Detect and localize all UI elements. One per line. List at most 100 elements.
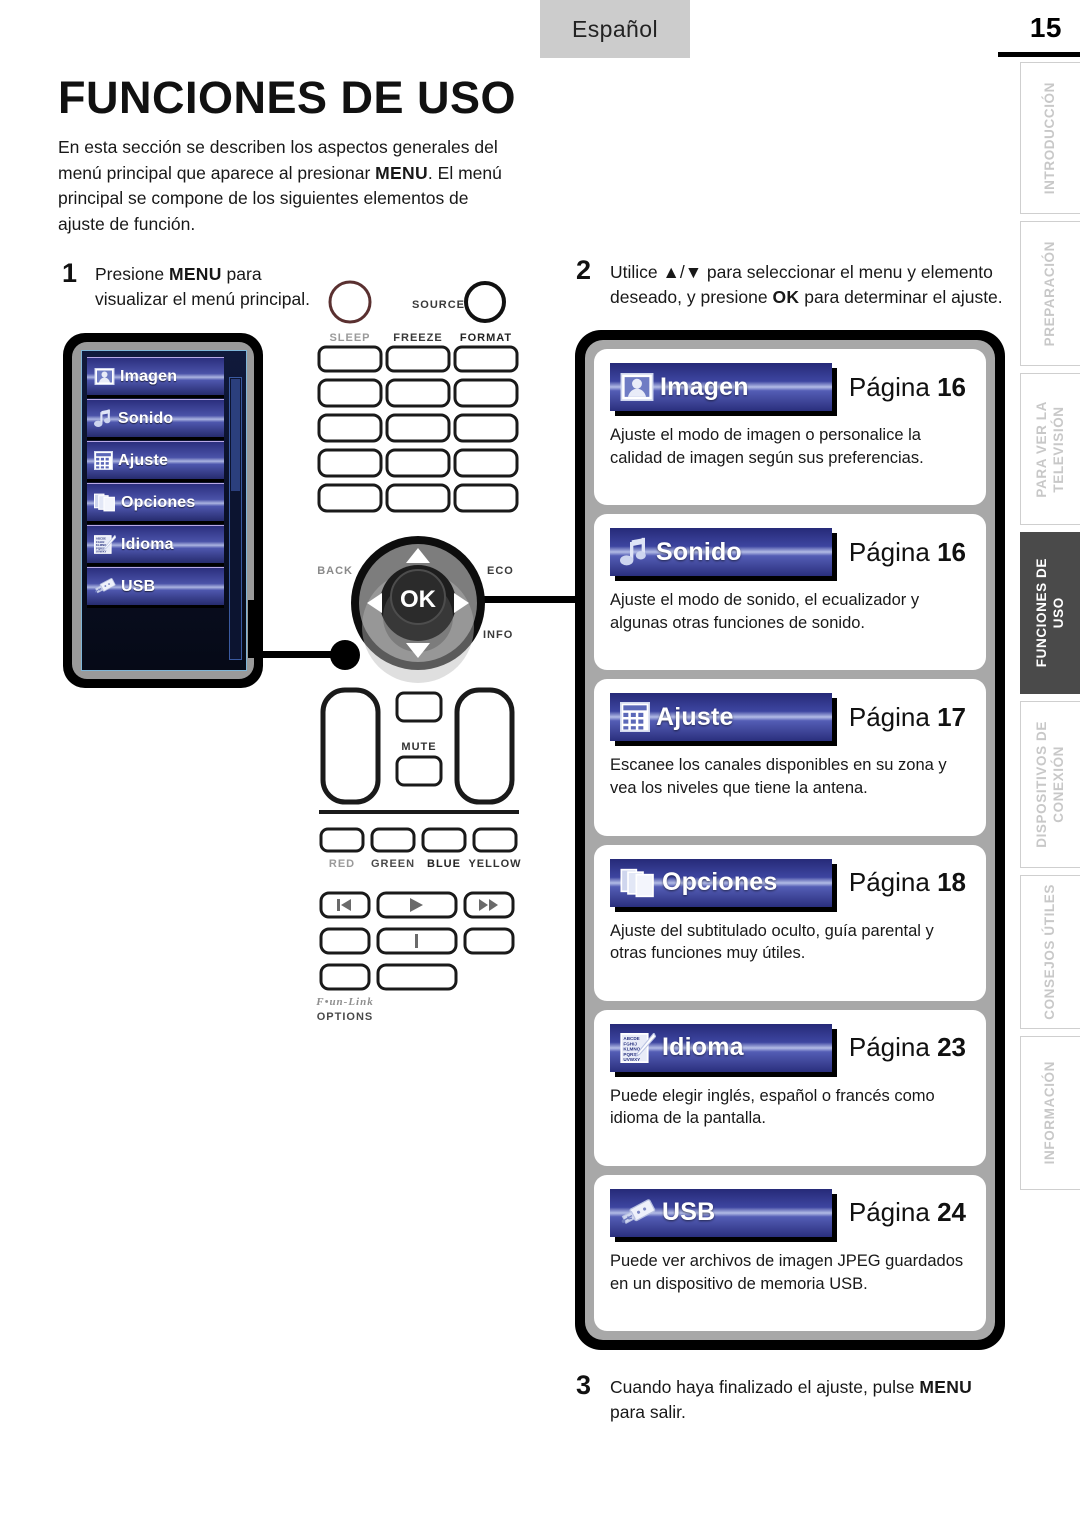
menu-description-card-opciones: Opciones Página 18 Ajuste del subtitulado … (594, 844, 986, 1001)
back-label: BACK (317, 565, 353, 577)
tv-bezel: Imagen Sonido Ajuste Opciones Idioma USB (72, 342, 254, 679)
page-reference-label: Página (848, 1032, 930, 1063)
connector-corner-left (248, 600, 255, 658)
step-3-text: Cuando haya finalizado el ajuste, pulse … (610, 1375, 1010, 1426)
tv-menu-item-label: USB (121, 577, 156, 595)
keypad-button (385, 378, 451, 408)
tv-menu-scrollbar[interactable] (229, 377, 242, 660)
freeze-label: FREEZE (393, 332, 442, 344)
page-reference-number: 17 (937, 701, 966, 732)
menu-card-header: Imagen Página 16 (610, 363, 972, 411)
keypad-button (453, 345, 519, 373)
menu-title-bar[interactable]: USB (610, 1188, 832, 1237)
info-label: INFO (483, 629, 513, 641)
remote-control-illustration: SOURCE SLEEP FREEZE FORMAT BACK ECO INFO… (315, 280, 521, 1023)
tv-menu-item-idioma[interactable]: Idioma (87, 525, 224, 563)
step-2-line-2-pre: deseado, y presione (610, 287, 773, 308)
page-reference: Página 16 (849, 537, 972, 568)
page-title: FUNCIONES DE USO (58, 72, 517, 123)
sleep-label: SLEEP (329, 332, 370, 344)
section-tab-5[interactable]: DISPOSITIVOS DE CONEXIÓN (1020, 701, 1080, 868)
keypad-button (453, 378, 519, 408)
section-tab-3[interactable]: PARA VER LA TELEVISIÓN (1020, 373, 1080, 525)
tv-menu-item-label: Sonido (118, 409, 174, 427)
music-note-icon (94, 409, 113, 428)
tv-menu-item-usb[interactable]: USB (87, 567, 224, 605)
tv-menu-item-label: Opciones (121, 493, 196, 511)
menu-title-bar[interactable]: Ajuste (610, 693, 832, 742)
mute-label: MUTE (401, 741, 436, 753)
section-tab-4[interactable]: FUNCIONES DE USO (1020, 532, 1080, 694)
volume-rocker (320, 687, 381, 805)
tv-menu-item-imagen[interactable]: Imagen (87, 357, 224, 395)
step-2-line-1-post: para seleccionar el menu y elemento (702, 262, 993, 282)
keypad-button (385, 483, 451, 513)
mute-button (395, 755, 443, 787)
format-label: FORMAT (460, 332, 512, 344)
step-2-ok-keyword: OK (772, 287, 800, 308)
section-tab-7[interactable]: INFORMACIÓN (1020, 1036, 1080, 1190)
step-3-line-1-pre: Cuando haya finalizado el ajuste, pulse (610, 1377, 920, 1397)
section-tab-label: DISPOSITIVOS DE CONEXIÓN (1033, 721, 1066, 848)
music-note-icon (620, 537, 650, 567)
page-reference-label: Página (848, 371, 930, 402)
picture-icon (620, 373, 654, 401)
menu-description-text: Escanee los canales disponibles en su zo… (610, 756, 947, 798)
pages-stack-icon (620, 868, 656, 898)
section-tab-2[interactable]: PREPARACIÓN (1020, 221, 1080, 366)
page-reference-number: 24 (937, 1197, 966, 1228)
menu-title-label: Sonido (656, 537, 742, 566)
keypad-button (317, 483, 383, 513)
language-tab: Español (540, 0, 690, 58)
page-reference: Página 18 (849, 867, 972, 898)
step-2-line-1-pre: Utilice (610, 262, 663, 282)
pause-icon (415, 934, 418, 948)
menu-title-bar[interactable]: Opciones (610, 858, 832, 907)
menu-title-bar[interactable]: Idioma (610, 1023, 832, 1072)
source-button (464, 281, 506, 323)
menu-description-card-idioma: Idioma Página 23 Puede elegir inglés, espa… (594, 1009, 986, 1166)
page-reference: Página 23 (849, 1032, 972, 1063)
tv-menu-item-sonido[interactable]: Sonido (87, 399, 224, 437)
tv-menu-item-opciones[interactable]: Opciones (87, 483, 224, 521)
menu-description-card-ajuste: Ajuste Página 17 Escanee los canales dispo… (594, 679, 986, 836)
page-reference-number: 18 (937, 867, 966, 898)
section-tab-6[interactable]: CONSEJOS ÚTILES (1020, 875, 1080, 1029)
intro-line-2-pre: principal que aparece al presionar (106, 162, 376, 183)
page-reference: Página 24 (849, 1197, 972, 1228)
intro-line-4: ajuste de función. (58, 214, 196, 235)
menu-card-header: USB Página 24 (610, 1188, 972, 1237)
picture-icon (94, 368, 115, 385)
step-1-number: 1 (62, 258, 78, 288)
menu-description-card-sonido: Sonido Página 16 Ajuste el modo de sonido,… (594, 514, 986, 671)
step-2-number: 2 (576, 255, 592, 285)
menu-description-list: Imagen Página 16 Ajuste el modo de imagen … (585, 340, 995, 1340)
keypad-button (317, 345, 383, 373)
tv-menu-item-ajuste[interactable]: Ajuste (87, 441, 224, 479)
keypad-button (385, 345, 451, 373)
menu-title-label: Opciones (662, 868, 778, 897)
section-tab-label: CONSEJOS ÚTILES (1042, 884, 1058, 1020)
page-reference-number: 16 (937, 536, 966, 567)
menu-title-label: USB (662, 1198, 716, 1227)
page-reference-label: Página (848, 536, 930, 567)
source-label: SOURCE (412, 299, 465, 311)
menu-description-text: Puede ver archivos de imagen JPEG guarda… (610, 1251, 964, 1293)
menu-title-bar[interactable]: Imagen (610, 363, 832, 411)
menu-title-bar[interactable]: Sonido (610, 528, 832, 577)
keypad-button (453, 483, 519, 513)
section-tab-label: FUNCIONES DE USO (1033, 558, 1066, 668)
section-tab-1[interactable]: INTRODUCCIÓN (1020, 62, 1080, 214)
step-3-menu-keyword: MENU (919, 1377, 973, 1397)
menu-button (395, 691, 443, 723)
menu-description-card-usb: USB Página 24 Puede ver archivos de imagen… (594, 1174, 986, 1332)
tv-screen: Imagen Sonido Ajuste Opciones Idioma USB (81, 350, 247, 671)
guide-button (376, 963, 458, 991)
green-label: GREEN (371, 858, 415, 870)
section-tab-label: INTRODUCCIÓN (1042, 81, 1058, 195)
menu-description-panel: Imagen Página 16 Ajuste el modo de imagen … (575, 330, 1005, 1350)
menu-card-header: Ajuste Página 17 (610, 693, 972, 742)
yellow-button (472, 827, 518, 853)
grid-setup-icon (94, 451, 113, 470)
yellow-label: YELLOW (468, 858, 521, 870)
